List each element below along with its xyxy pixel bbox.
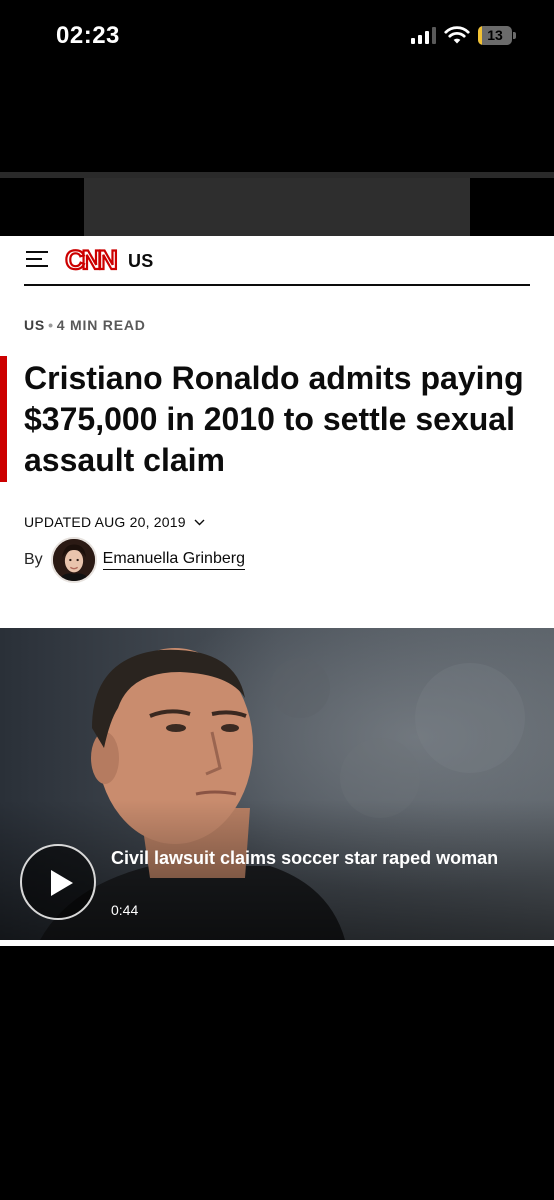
article-card: CNN US US • 4 MIN READ Cristiano Ronaldo a… <box>0 236 554 946</box>
section-link[interactable]: US <box>24 317 45 333</box>
cnn-header: CNN US <box>24 236 530 286</box>
battery-icon: 13 <box>478 25 516 45</box>
svg-text:CNN: CNN <box>65 245 116 275</box>
author-avatar[interactable] <box>50 537 97 583</box>
edition-label[interactable]: US <box>128 251 154 272</box>
headline-accent-bar <box>0 356 7 482</box>
cellular-signal-icon <box>411 26 436 44</box>
cnn-logo[interactable]: CNN <box>62 245 118 275</box>
article-kicker: US • 4 MIN READ <box>24 317 146 333</box>
battery-level: 13 <box>487 27 503 43</box>
play-icon <box>51 870 73 896</box>
author-link[interactable]: Emanuella Grinberg <box>102 550 245 570</box>
ad-slot <box>84 178 470 236</box>
chevron-down-icon <box>194 519 205 525</box>
play-button[interactable] <box>20 844 96 920</box>
read-time: 4 MIN READ <box>56 317 146 333</box>
byline: By Emanuella Grinberg <box>24 536 245 584</box>
video-duration: 0:44 <box>111 902 139 918</box>
status-bar: 02:23 13 <box>0 0 554 72</box>
updated-text: UPDATED AUG 20, 2019 <box>24 514 186 530</box>
hamburger-menu-icon[interactable] <box>26 251 48 267</box>
video-title[interactable]: Civil lawsuit claims soccer star raped w… <box>111 846 511 870</box>
video-player[interactable]: Civil lawsuit claims soccer star raped w… <box>0 628 554 940</box>
article-headline: Cristiano Ronaldo admits paying $375,000… <box>24 360 524 478</box>
updated-timestamp[interactable]: UPDATED AUG 20, 2019 <box>24 514 205 530</box>
byline-prefix: By <box>24 551 43 568</box>
status-time: 02:23 <box>56 22 120 49</box>
kicker-separator: • <box>48 317 54 333</box>
wifi-icon <box>444 26 470 44</box>
status-icons: 13 <box>411 25 516 45</box>
